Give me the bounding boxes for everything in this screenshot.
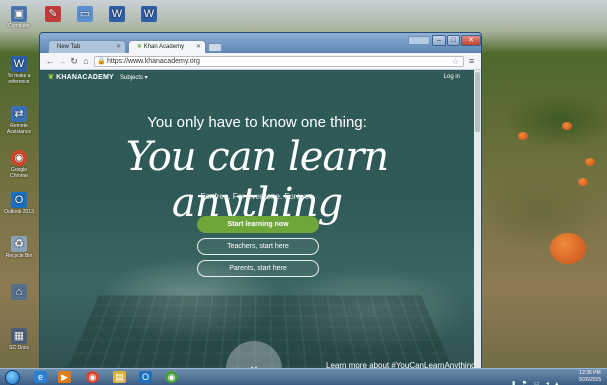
flag-icon[interactable]: ⚑ — [522, 380, 527, 385]
word-doc-icon: W — [11, 56, 27, 72]
tab-new-tab[interactable]: New Tab ✕ — [48, 40, 126, 54]
reload-icon[interactable]: ↻ — [69, 56, 79, 66]
show-hidden-icons[interactable]: ▴ — [555, 380, 558, 385]
word-doc-icon: W — [141, 6, 157, 22]
desktop-icon-chrome[interactable]: ◉ Google Chrome — [4, 150, 34, 179]
desktop-icon-folder[interactable]: ▦ SC Docs — [4, 328, 34, 351]
start-button[interactable] — [5, 370, 20, 385]
network-icon: ⌂ — [11, 284, 27, 300]
outlook-icon[interactable]: O — [139, 371, 152, 383]
desktop-icon-reference[interactable]: W To make a reference — [4, 56, 34, 85]
address-bar[interactable]: https://www.khanacademy.org — [94, 56, 464, 67]
khan-leaf-icon: ❦ — [137, 44, 143, 50]
pumpkin — [585, 158, 595, 166]
menu-icon[interactable]: ≡ — [469, 56, 474, 66]
taskbar: e ▶ ◉ ▤ O ◉ ▮ ⚑ ▭ ◂ ▴ 12:36 PM 9/26/2015 — [0, 368, 607, 385]
desktop-icon-scanner[interactable]: ✎ — [38, 6, 68, 23]
desktop-icon-network[interactable]: ⌂ — [4, 284, 34, 301]
clock[interactable]: 12:36 PM 9/26/2015 — [575, 370, 605, 384]
desktop-icon-doc[interactable]: W — [102, 6, 132, 23]
close-tab-icon[interactable]: ✕ — [196, 41, 201, 53]
explorer-icon[interactable]: ▤ — [113, 371, 126, 383]
window-icon: ▭ — [77, 6, 93, 22]
browser-window: New Tab ✕ ❦ Khan Academy ✕ – □ ✕ ← → ↻ ⌂… — [39, 32, 482, 378]
close-tab-icon[interactable]: ✕ — [116, 41, 121, 53]
teachers-start-button[interactable]: Teachers, start here — [197, 238, 319, 255]
title-bar[interactable]: New Tab ✕ ❦ Khan Academy ✕ – □ ✕ — [40, 33, 481, 54]
khan-leaf-icon: ❦ — [48, 74, 55, 81]
scrollbar[interactable] — [474, 70, 481, 377]
pumpkin — [578, 178, 588, 186]
recycle-bin-icon: ♻ — [11, 236, 27, 252]
back-arrow-icon[interactable]: ← — [45, 56, 55, 66]
home-icon[interactable]: ⌂ — [81, 56, 91, 66]
outlook-icon: O — [11, 192, 27, 208]
close-button[interactable]: ✕ — [461, 35, 481, 46]
hero-title: You can learn anything — [125, 134, 389, 226]
user-badge[interactable] — [408, 36, 430, 45]
chrome-icon[interactable]: ◉ — [86, 371, 99, 383]
desktop-icon-computer[interactable]: ▣ Computer — [4, 6, 34, 29]
page-content: ❦ KHANACADEMY Subjects ▾ Log in You only … — [40, 70, 481, 377]
pumpkin — [518, 132, 528, 140]
bookmark-star-icon[interactable]: ☆ — [452, 57, 459, 66]
tagline: For free. For everyone. Forever. — [200, 192, 314, 201]
headline: You only have to know one thing: — [147, 114, 367, 131]
tab-khan-academy[interactable]: ❦ Khan Academy ✕ — [128, 40, 206, 54]
browser-toolbar: ← → ↻ ⌂ https://www.khanacademy.org 🔒 ☆ … — [40, 53, 481, 70]
start-learning-button[interactable]: Start learning now — [197, 216, 319, 233]
scanner-icon: ✎ — [45, 6, 61, 22]
ie-icon[interactable]: e — [34, 371, 47, 383]
chrome-icon: ◉ — [11, 150, 27, 166]
folder-icon: ▦ — [11, 328, 27, 344]
scrollbar-thumb[interactable] — [475, 72, 480, 132]
desktop-icon-outlook[interactable]: O Outlook 2013 — [4, 192, 34, 215]
site-header: ❦ KHANACADEMY Subjects ▾ Log in — [40, 70, 474, 88]
volume-icon[interactable]: ◂ — [546, 380, 549, 385]
network-icon[interactable]: ▮ — [512, 380, 515, 385]
desktop-icon-recycle-bin[interactable]: ♻ Recycle Bin — [4, 236, 34, 259]
pumpkin — [550, 233, 586, 264]
system-tray: ▮ ⚑ ▭ ◂ ▴ — [512, 372, 572, 385]
lock-icon: 🔒 — [97, 58, 106, 65]
login-link[interactable]: Log in — [444, 74, 460, 80]
maximize-button[interactable]: □ — [447, 35, 460, 46]
khan-academy-logo[interactable]: ❦ KHANACADEMY — [48, 73, 114, 81]
computer-icon: ▣ — [11, 6, 27, 22]
forward-arrow-icon[interactable]: → — [57, 56, 67, 66]
minimize-button[interactable]: – — [432, 35, 446, 46]
battery-icon[interactable]: ▭ — [534, 380, 540, 385]
subjects-menu[interactable]: Subjects ▾ — [120, 74, 148, 81]
desktop-icon-remote[interactable]: ⇄ Remote Assistance — [4, 106, 34, 135]
word-doc-icon: W — [109, 6, 125, 22]
desktop-icon-doc[interactable]: W — [134, 6, 164, 23]
new-tab-button[interactable] — [208, 43, 222, 52]
remote-icon: ⇄ — [11, 106, 27, 122]
media-player-icon[interactable]: ▶ — [58, 371, 71, 383]
desktop-icon-doc[interactable]: ▭ — [70, 6, 100, 23]
chrome-icon[interactable]: ◉ — [165, 371, 178, 383]
pumpkin — [562, 122, 572, 130]
parents-start-button[interactable]: Parents, start here — [197, 260, 319, 277]
